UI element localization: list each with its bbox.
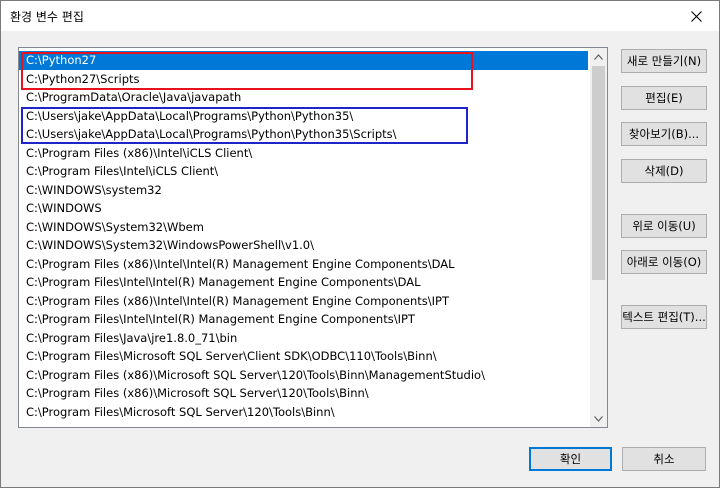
path-item[interactable]: C:\Program Files (x86)\Intel\iCLS Client… (19, 144, 588, 163)
path-item[interactable]: C:\Python27\Scripts (19, 70, 588, 89)
path-list-rows: C:\Python27 C:\Python27\Scripts C:\Program… (19, 51, 588, 421)
path-item[interactable]: C:\WINDOWS (19, 199, 588, 218)
path-item[interactable]: C:\Program Files (x86)\Intel\Intel(R) Ma… (19, 255, 588, 274)
scroll-thumb[interactable] (592, 66, 605, 280)
path-item[interactable]: C:\ProgramData\Oracle\Java\javapath (19, 88, 588, 107)
close-button[interactable] (673, 1, 719, 31)
title-bar: 환경 변수 편집 (1, 1, 719, 31)
path-item[interactable]: C:\Program Files\Java\jre1.8.0_71\bin (19, 329, 588, 348)
path-item[interactable]: C:\Program Files\Microsoft SQL Server\12… (19, 403, 588, 422)
path-item[interactable]: C:\Program Files\Intel\Intel(R) Manageme… (19, 273, 588, 292)
chevron-up-icon (594, 53, 603, 60)
path-item[interactable]: C:\Program Files (x86)\Microsoft SQL Ser… (19, 384, 588, 403)
path-item[interactable]: C:\Program Files (x86)\Intel\Intel(R) Ma… (19, 292, 588, 311)
vertical-scrollbar[interactable] (590, 48, 607, 427)
path-item[interactable]: C:\WINDOWS\System32\WindowsPowerShell\v1… (19, 236, 588, 255)
close-icon (690, 10, 702, 22)
browse-button[interactable]: 찾아보기(B)... (621, 122, 707, 146)
path-item[interactable]: C:\Users\jake\AppData\Local\Programs\Pyt… (19, 107, 588, 126)
dialog-title: 환경 변수 편집 (10, 10, 84, 24)
edit-button[interactable]: 편집(E) (621, 86, 707, 110)
path-item[interactable]: C:\Program Files\Intel\iCLS Client\ (19, 162, 588, 181)
new-button[interactable]: 새로 만들기(N) (621, 49, 707, 73)
path-item[interactable]: C:\Python27 (19, 51, 588, 70)
path-item[interactable]: C:\Program Files (x86)\Microsoft SQL Ser… (19, 366, 588, 385)
move-up-button[interactable]: 위로 이동(U) (621, 214, 707, 238)
cancel-button[interactable]: 취소 (622, 447, 706, 471)
scroll-down-button[interactable] (590, 410, 607, 427)
move-down-button[interactable]: 아래로 이동(O) (621, 250, 707, 274)
path-item[interactable]: C:\WINDOWS\System32\Wbem (19, 218, 588, 237)
path-list[interactable]: C:\Python27 C:\Python27\Scripts C:\Program… (18, 47, 608, 428)
path-item[interactable]: C:\Program Files\Microsoft SQL Server\Cl… (19, 347, 588, 366)
path-item[interactable]: C:\Users\jake\AppData\Local\Programs\Pyt… (19, 125, 588, 144)
path-item[interactable]: C:\WINDOWS\system32 (19, 181, 588, 200)
chevron-down-icon (594, 415, 603, 422)
path-item[interactable]: C:\Program Files\Intel\Intel(R) Manageme… (19, 310, 588, 329)
scroll-up-button[interactable] (590, 48, 607, 65)
edit-text-button[interactable]: 텍스트 편집(T)... (621, 305, 707, 329)
ok-button[interactable]: 확인 (529, 447, 612, 471)
delete-button[interactable]: 삭제(D) (621, 159, 707, 183)
